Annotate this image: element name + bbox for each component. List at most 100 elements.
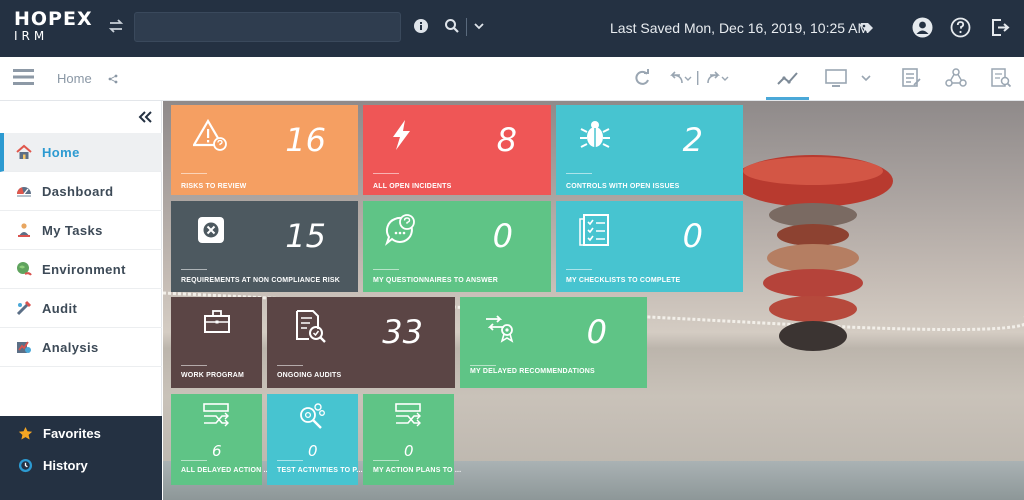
sidebar-item-analysis[interactable]: Analysis [0,328,162,367]
tile-divider [277,365,303,366]
tile-work-program[interactable]: Work program [171,297,262,388]
chevron-down-icon[interactable] [473,21,485,31]
tasks-icon [18,223,30,237]
dashboard-icon [17,187,31,197]
app-logo[interactable]: HOPEX IRM [14,8,93,43]
tile-my-delayed-recommendations[interactable]: 0 My delayed recommendations [460,297,647,388]
sidebar-item-history[interactable]: History [0,450,162,480]
tile-divider [566,173,592,174]
activity-chart-icon[interactable] [776,67,800,89]
action-plan-icon [395,403,421,427]
environment-icon [17,262,32,276]
tile-controls-with-open-issues[interactable]: 2 Controls with open issues [556,105,743,195]
tile-divider [181,173,207,174]
tile-label: My action plans to ... [373,467,462,474]
test-activity-icon [300,403,325,429]
sidebar-item-label: Dashboard [42,183,114,199]
tile-divider [181,460,207,461]
refresh-icon[interactable] [633,67,651,89]
active-tab-indicator [766,97,809,100]
sidebar-item-label: Analysis [42,339,99,355]
star-icon [18,426,33,439]
tile-my-action-plans[interactable]: 0 My action plans to ... [363,394,461,485]
tile-divider [566,269,592,270]
logo-text: HOPEX [14,8,93,30]
sidebar-item-environment[interactable]: Environment [0,250,162,289]
collapse-sidebar-icon[interactable] [138,111,152,123]
top-bar: HOPEX IRM Last Saved Mon, Dec 16, 2019, … [0,0,1024,57]
tile-value: 15 [285,217,326,255]
action-plan-icon [203,403,229,427]
tile-label: Ongoing audits [277,372,342,379]
undo-redo-icon[interactable] [668,67,732,89]
sidebar-item-dashboard[interactable]: Dashboard [0,172,162,211]
sidebar-item-home[interactable]: Home [0,133,162,172]
tile-ongoing-audits[interactable]: 33 Ongoing audits [267,297,455,388]
tile-all-open-incidents[interactable]: 8 All open incidents [363,105,551,195]
logo-subtext: IRM [14,29,49,43]
info-icon[interactable] [413,18,429,34]
sidebar-item-favorites[interactable]: Favorites [0,418,162,448]
sidebar-item-my-tasks[interactable]: My Tasks [0,211,162,250]
search-input[interactable] [134,12,401,42]
recommendation-icon [486,315,514,343]
background-stones-image [733,155,893,351]
checklist-icon [579,214,609,246]
breadcrumb[interactable]: Home [57,71,92,86]
tile-value: 0 [682,217,703,255]
close-box-icon [198,217,224,243]
audit-icon [16,300,32,316]
tile-value: 8 [496,121,517,159]
tile-value: 0 [586,313,607,351]
help-icon[interactable] [950,17,971,38]
sidebar-item-audit[interactable]: Audit [0,289,162,328]
sidebar-item-label: Home [42,144,80,160]
search-icon[interactable] [444,18,460,34]
tile-divider [373,173,399,174]
briefcase-icon [204,310,230,333]
tile-label: Work program [181,372,245,379]
tile-requirements-at-non-compliance-risk[interactable]: 15 Requirements at non compliance risk [171,201,358,292]
tile-value: 33 [382,313,423,351]
tile-label: All delayed action ... [181,467,270,474]
share-icon[interactable] [108,74,118,84]
swap-icon[interactable] [107,17,125,35]
question-bubble-icon [385,214,415,246]
tile-my-checklists-to-complete[interactable]: 0 My checklists to complete [556,201,743,292]
tile-divider [470,365,496,366]
analysis-icon [17,341,31,353]
risk-warning-icon [193,118,227,151]
tile-risks-to-review[interactable]: 16 Risks to review [171,105,358,195]
tile-divider [181,269,207,270]
tile-test-activities[interactable]: 0 Test activities to p... [267,394,363,485]
tile-divider [373,460,399,461]
network-icon[interactable] [945,67,967,89]
tile-value: 16 [285,121,326,159]
sidebar-footer: Favorites History [0,416,162,500]
sidebar-item-label: Environment [42,261,126,277]
logout-icon[interactable] [989,17,1010,38]
document-search-icon[interactable] [990,67,1012,89]
sidebar-item-label: History [43,457,88,473]
tile-value: 0 [404,442,414,460]
monitor-icon[interactable] [824,67,872,89]
sidebar-item-label: My Tasks [42,222,103,238]
last-saved-status: Last Saved Mon, Dec 16, 2019, 10:25 AM [610,20,870,36]
hamburger-menu-icon[interactable] [13,68,34,86]
tile-value: 2 [682,121,703,159]
home-icon [16,144,32,159]
history-icon [18,458,33,472]
lightning-icon [393,120,410,150]
tag-icon[interactable] [859,20,875,36]
dashboard-canvas: 16 Risks to review 8 All open incidents … [163,101,1024,500]
toolbar-divider [466,18,467,36]
tile-label: My checklists to complete [566,277,681,284]
tile-value: 6 [212,442,222,460]
user-account-icon[interactable] [912,17,933,38]
sidebar-item-label: Favorites [43,425,101,441]
tile-my-questionnaires-to-answer[interactable]: 0 My questionnaires to answer [363,201,551,292]
tile-all-delayed-actions[interactable]: 6 All delayed action ... [171,394,270,485]
sidebar: Home Dashboard My Tasks Environment Audi… [0,101,162,500]
report-icon[interactable] [901,67,921,89]
tile-divider [181,365,207,366]
